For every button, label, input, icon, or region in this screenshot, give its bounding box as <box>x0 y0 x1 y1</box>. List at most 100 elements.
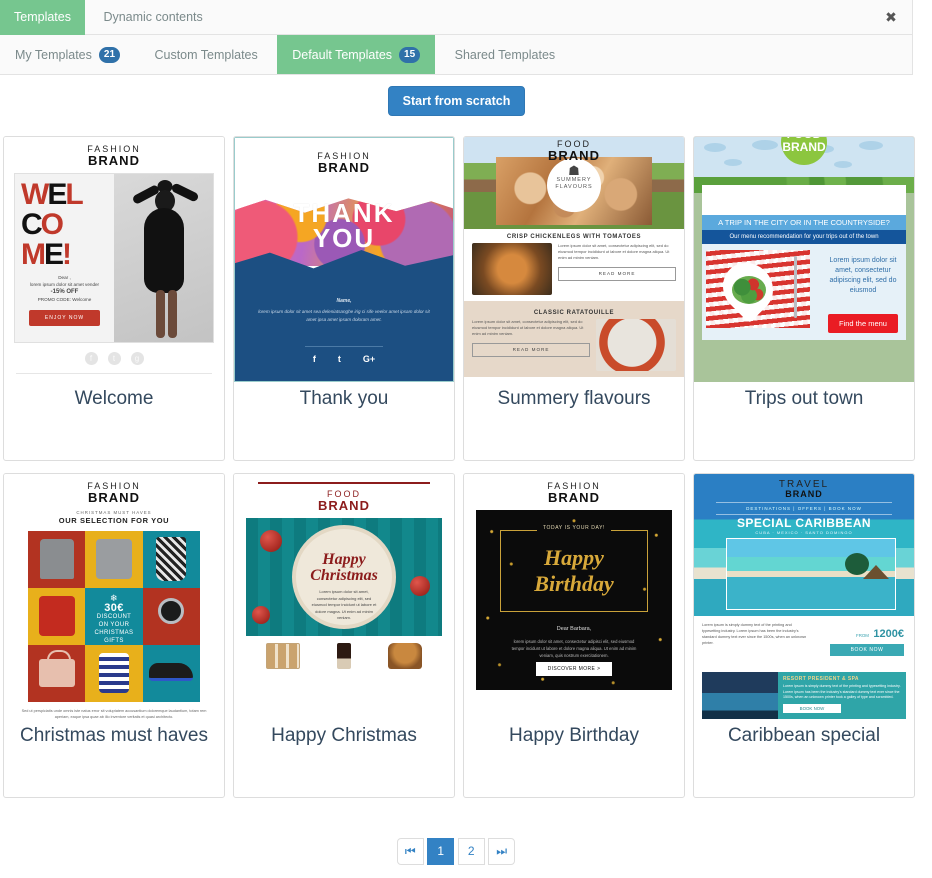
template-thumbnail: FASHION BRAND THANK YOU Name, lorem ipsu… <box>234 137 454 382</box>
tab-default-templates[interactable]: Default Templates 15 <box>277 35 436 74</box>
thumb-headline: A TRIP IN THE CITY OR IN THE COUNTRYSIDE… <box>702 215 906 230</box>
pagination-page-2[interactable]: 2 <box>457 838 485 865</box>
thumb-cta: ENJOY NOW <box>29 310 100 326</box>
close-icon[interactable]: ✖ <box>880 0 902 35</box>
thumb-social-row: f t g <box>14 352 214 365</box>
facebook-icon: f <box>312 354 316 364</box>
thumb-brand: FOOD BRAND <box>246 490 442 513</box>
thumb-plate: Happy Christmas Lorem ipsum dolor sit am… <box>292 525 396 629</box>
thumb-body-area: Lorem ipsum is simply dummy text of the … <box>694 618 914 719</box>
pagination-page-1[interactable]: 1 <box>427 838 455 865</box>
thumb-pool-photo <box>702 672 778 719</box>
thumb-article-2: CLASSIC RATATOUILLE Lorem ipsum dolor si… <box>464 301 684 377</box>
tab-my-templates[interactable]: My Templates 21 <box>0 35 135 74</box>
thumb-offer-4: GIFTS <box>104 638 124 644</box>
template-thumbnail: FASHION BRAND CHRISTMAS MUST HAVES OUR S… <box>4 474 224 719</box>
snowflake-icon: ❄ <box>110 593 118 603</box>
pagination-first-icon[interactable]: ⏮ <box>396 838 424 865</box>
template-thumbnail: FOOD BRAND Happy Christmas Lorem ipsum d… <box>234 474 454 719</box>
thumb-salutation: Dear Barbara, <box>556 626 592 632</box>
header-panel: Templates Dynamic contents ✖ My Template… <box>0 0 913 75</box>
thumb-photo: TODAY IS YOUR DAY! Happy Birthday Dear B… <box>476 510 672 690</box>
tab-default-templates-badge: 15 <box>399 46 421 63</box>
template-card-title: Happy Christmas <box>271 725 417 746</box>
template-card-trips-out-town[interactable]: A TRIP IN THE CITY OR IN THE COUNTRYSIDE… <box>693 136 915 461</box>
google-plus-icon: G+ <box>362 354 376 364</box>
thumb-copy-text: Lorem ipsum dolor sit amet, consectetur … <box>829 257 897 294</box>
thumb-panel: A TRIP IN THE CITY OR IN THE COUNTRYSIDE… <box>702 185 906 340</box>
thumb-article-1: Lorem ipsum dolor sit amet, consectetur … <box>464 243 684 295</box>
tab-shared-templates[interactable]: Shared Templates <box>440 35 571 74</box>
template-thumbnail: TRAVEL BRAND DESTINATIONS | OFFERS | BOO… <box>694 474 914 719</box>
thumb-dish-photo <box>472 243 552 295</box>
thumb-word-2: CO <box>21 208 64 241</box>
facebook-icon: f <box>84 352 98 365</box>
thumb-product-icons <box>246 643 442 669</box>
thumb-promo-title: RESORT PRESIDENT & SPA <box>783 676 859 682</box>
template-card-thank-you[interactable]: FASHION BRAND THANK YOU Name, lorem ipsu… <box>233 136 455 461</box>
template-card-happy-birthday[interactable]: FASHION BRAND TODAY IS YOUR DAY! Happy B… <box>463 473 685 798</box>
thumb-copy-text: Lorem ipsum dolor sit amet, consectetur … <box>558 243 670 260</box>
thumb-price-from: FROM <box>856 633 869 638</box>
thumb-headline-2: YOU <box>312 223 376 253</box>
brand-line2: BRAND <box>88 490 140 505</box>
pagination: ⏮ 1 2 ⏭ <box>0 838 913 865</box>
template-card-christmas-must-haves[interactable]: FASHION BRAND CHRISTMAS MUST HAVES OUR S… <box>3 473 225 798</box>
start-from-scratch-row: Start from scratch <box>0 86 913 116</box>
thumb-dish-photo <box>596 319 676 371</box>
thumb-subheadline: Our menu recommendation for your trips o… <box>702 230 906 244</box>
pagination-last-icon[interactable]: ⏭ <box>488 838 516 865</box>
thumb-top-rule <box>258 482 430 484</box>
thumb-copy-text: lorem ipsum dolor sit amet vender <box>29 282 100 287</box>
thumb-body: lorem ipsum dolor sit amet sea deleniats… <box>258 309 430 322</box>
tab-templates[interactable]: Templates <box>0 0 85 35</box>
thumb-footer-1: FOOD <box>565 381 582 382</box>
thumb-product-cell <box>85 645 143 702</box>
template-card-happy-christmas[interactable]: FOOD BRAND Happy Christmas Lorem ipsum d… <box>233 473 455 798</box>
template-thumbnail: FASHION BRAND TODAY IS YOUR DAY! Happy B… <box>464 474 684 719</box>
thumb-section-title-2: CLASSIC RATATOUILLE <box>533 310 615 316</box>
template-grid-row: FASHION BRAND WEL CO ME! Dear , lorem ip… <box>3 136 923 461</box>
template-grid-row: FASHION BRAND CHRISTMAS MUST HAVES OUR S… <box>3 473 923 798</box>
template-card-title: Happy Birthday <box>509 725 639 746</box>
thumb-product-cell <box>28 531 86 588</box>
thumb-kicker: CHRISTMAS MUST HAVES <box>76 510 152 515</box>
thumb-product-grid: ❄ 30€ DISCOUNT ON YOUR CHRISTMAS GIFTS <box>28 531 200 702</box>
thumb-kicker: TODAY IS YOUR DAY! <box>501 525 647 531</box>
brand-line2: BRAND <box>785 489 823 499</box>
template-card-title: Caribbean special <box>727 725 881 746</box>
wine-bottle-icon <box>327 643 361 669</box>
tab-my-templates-label: My Templates <box>15 47 92 62</box>
template-card-welcome[interactable]: FASHION BRAND WEL CO ME! Dear , lorem ip… <box>3 136 225 461</box>
thumb-promo: PROMO CODE: Welcome <box>37 297 92 302</box>
tab-dynamic-contents-label: Dynamic contents <box>103 10 203 24</box>
tab-custom-templates[interactable]: Custom Templates <box>139 35 272 74</box>
thumb-body-area: Lorem ipsum dolor sit amet, consectetur … <box>702 244 906 340</box>
brand-line2: BRAND <box>782 140 826 154</box>
template-card-caribbean-special[interactable]: TRAVEL BRAND DESTINATIONS | OFFERS | BOO… <box>693 473 915 798</box>
secondary-tabbar: My Templates 21 Custom Templates Default… <box>0 35 912 74</box>
start-from-scratch-button[interactable]: Start from scratch <box>387 86 526 116</box>
thumb-brand: FASHION BRAND <box>476 482 672 505</box>
tab-dynamic-contents[interactable]: Dynamic contents <box>89 0 216 35</box>
thumb-price-block: FROM 1200€ <box>856 624 904 642</box>
thumb-product-cell <box>85 531 143 588</box>
thumb-hero: WEL CO ME! Dear , lorem ipsum dolor sit … <box>14 173 214 343</box>
template-card-title: Summery flavours <box>497 388 651 409</box>
thumb-cta: DISCOVER MORE > <box>536 662 612 676</box>
thumb-brand: FASHION BRAND <box>235 152 453 175</box>
thumb-copy-text: Lorem ipsum dolor sit amet, consectetur … <box>311 589 377 620</box>
thumb-headline: OUR SELECTION FOR YOU <box>58 516 170 525</box>
thumb-lead-text: Lorem ipsum is simply dummy text of the … <box>702 623 807 645</box>
brand-line2: BRAND <box>548 490 600 505</box>
thumb-promo-block: RESORT PRESIDENT & SPA Lorem ipsum is si… <box>702 672 906 719</box>
tab-templates-label: Templates <box>14 10 71 24</box>
thumb-footer: FOOD WINES <box>464 377 684 382</box>
template-card-summery-flavours[interactable]: FOOD BRAND ☗ SUMMERY FLAVOURS CRISP CHIC… <box>463 136 685 461</box>
thumb-product-cell <box>142 588 200 645</box>
thumb-promo-text: RESORT PRESIDENT & SPA Lorem ipsum is si… <box>778 672 906 719</box>
thumb-social-row: f t G+ <box>235 354 453 364</box>
brand-line2: BRAND <box>88 153 140 168</box>
thumb-price: 30€ <box>104 602 124 614</box>
thumb-badge: ☗ SUMMERY FLAVOURS <box>547 158 601 213</box>
